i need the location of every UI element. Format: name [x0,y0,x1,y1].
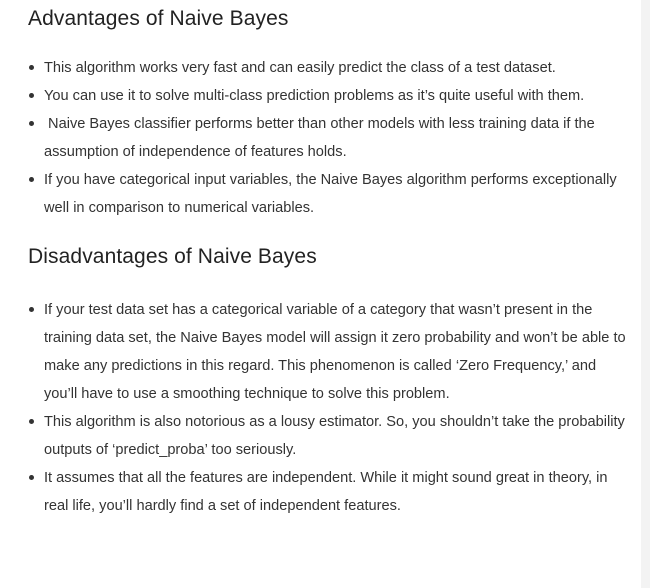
bullet-icon [29,93,34,98]
list-item: It assumes that all the features are ind… [28,464,632,520]
bullet-icon [29,475,34,480]
list-item-text: This algorithm is also notorious as a lo… [44,414,625,458]
list-item-text: If you have categorical input variables,… [44,172,617,216]
bullet-icon [29,419,34,424]
advantages-list: This algorithm works very fast and can e… [28,54,628,222]
disadvantages-heading: Disadvantages of Naive Bayes [28,245,317,268]
article-body: Advantages of Naive Bayes This algorithm… [28,0,628,520]
disadvantages-list: If your test data set has a categorical … [28,296,628,520]
list-item-text: It assumes that all the features are ind… [44,470,608,514]
list-item: This algorithm works very fast and can e… [28,54,632,82]
list-item: You can use it to solve multi-class pred… [28,82,632,110]
list-item: Naive Bayes classifier performs better t… [28,110,632,166]
list-item-text: You can use it to solve multi-class pred… [44,88,585,104]
bullet-icon [29,307,34,312]
bullet-icon [29,65,34,70]
list-item: If your test data set has a categorical … [28,296,632,408]
advantages-heading: Advantages of Naive Bayes [28,7,289,30]
scrollbar[interactable] [641,0,650,588]
list-item: This algorithm is also notorious as a lo… [28,408,632,464]
bullet-icon [29,121,34,126]
list-item-text: If your test data set has a categorical … [44,302,626,402]
list-item-text: Naive Bayes classifier performs better t… [44,116,595,160]
bullet-icon [29,177,34,182]
list-item: If you have categorical input variables,… [28,166,632,222]
list-item-text: This algorithm works very fast and can e… [44,60,556,76]
